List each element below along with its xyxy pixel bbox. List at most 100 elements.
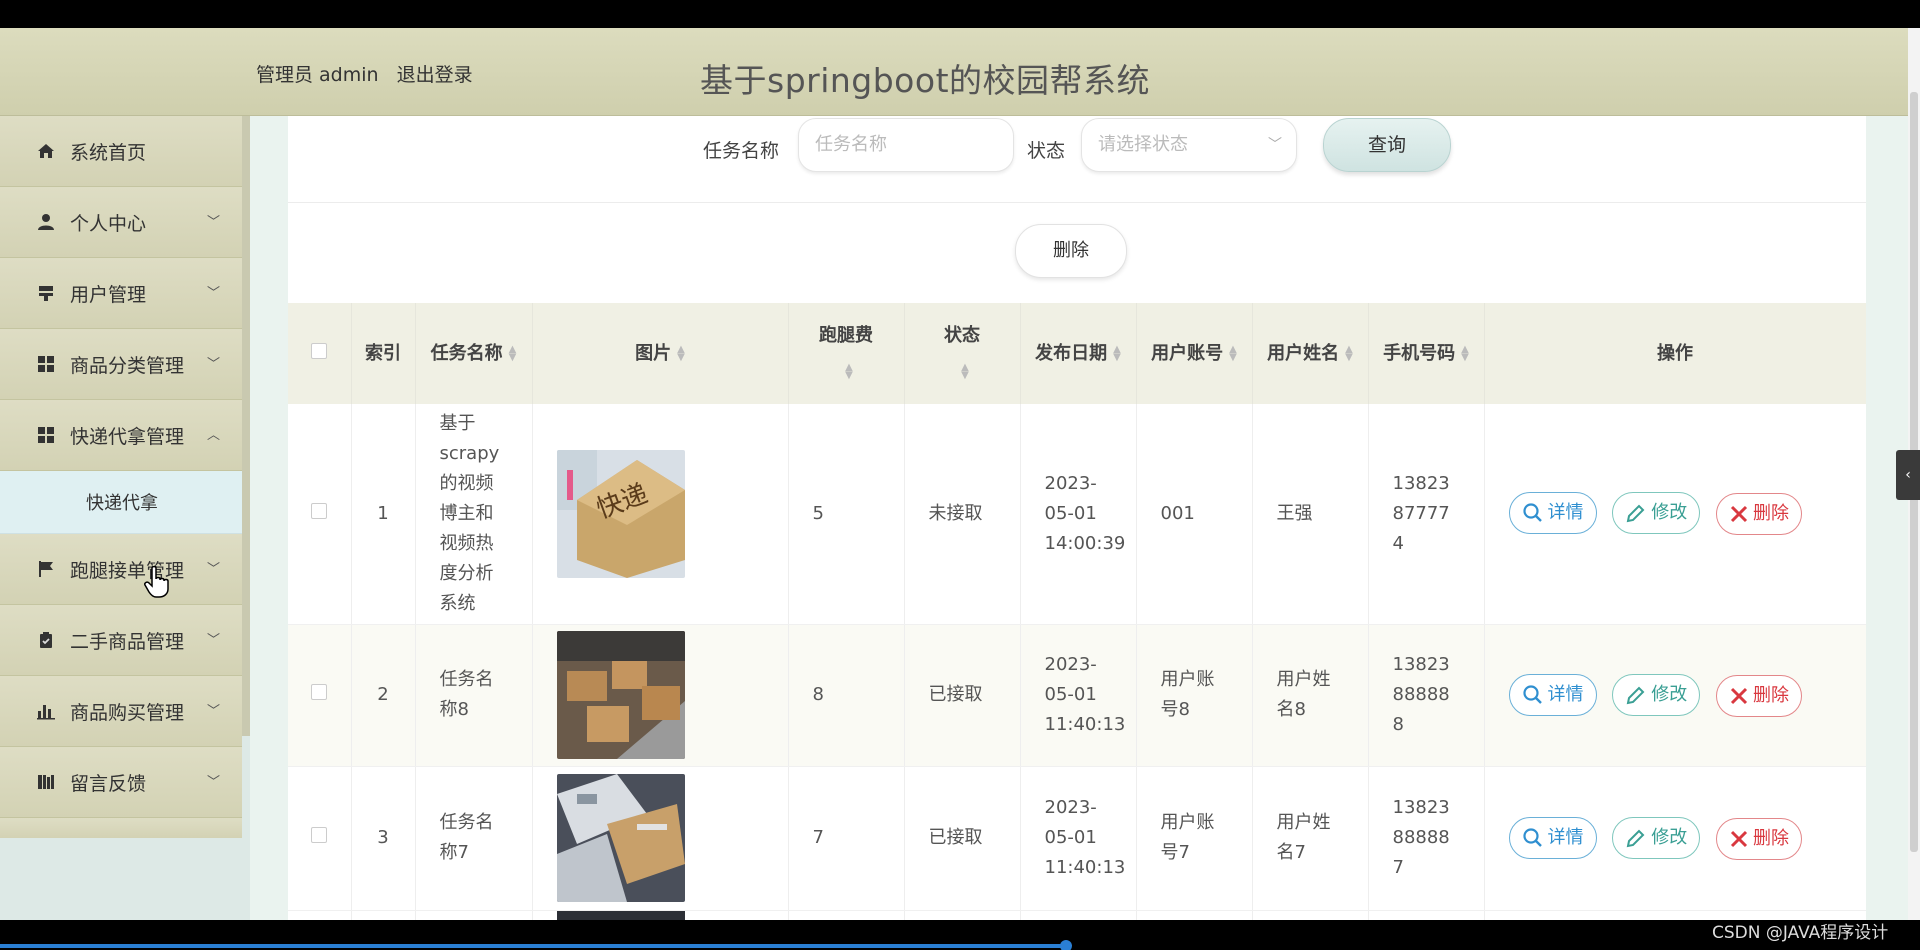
sidebar-scrollbar[interactable] xyxy=(242,116,250,736)
sort-icon[interactable]: ▲ ▼ xyxy=(845,362,853,380)
sort-icon[interactable]: ▲ ▼ xyxy=(1229,344,1237,362)
edit-button[interactable]: 修改 xyxy=(1612,816,1701,859)
cell-fee: 7 xyxy=(788,766,905,911)
pencil-icon xyxy=(1626,504,1645,523)
row-checkbox[interactable] xyxy=(311,827,328,843)
home-icon xyxy=(36,141,56,161)
header-publish-date[interactable]: 发布日期 ▲ ▼ xyxy=(1020,303,1137,404)
sidebar-item-home[interactable]: 系统首页 xyxy=(0,116,242,187)
sidebar-filler xyxy=(0,818,242,838)
cell-fee: 8 xyxy=(788,624,905,767)
row-cell xyxy=(1252,910,1369,920)
action-bar: 删除 xyxy=(288,204,1866,303)
sidebar-item-express-manage[interactable]: 快递代拿管理 ︿ xyxy=(0,400,242,471)
cell-status: 未接取 xyxy=(904,404,1021,625)
row-checkbox[interactable] xyxy=(311,684,328,700)
cell-publish-date: 2023-05-01 14:00:39 xyxy=(1020,404,1137,625)
task-name-input[interactable]: 任务名称 xyxy=(798,118,1014,172)
edit-button[interactable]: 修改 xyxy=(1612,673,1701,716)
sidebar-item-category-manage[interactable]: 商品分类管理 ﹀ xyxy=(0,329,242,400)
sidebar-item-label: 二手商品管理 xyxy=(70,630,185,653)
detail-button[interactable]: 详情 xyxy=(1508,492,1597,535)
status-select[interactable]: 请选择状态 ﹀ xyxy=(1081,118,1297,172)
row-select-cell xyxy=(288,624,352,767)
header-status-label: 状态 xyxy=(944,324,980,346)
header-image-label: 图片 xyxy=(635,342,672,364)
watermark: CSDN @JAVA程序设计 xyxy=(1712,923,1889,943)
admin-label: 管理员 admin xyxy=(256,64,379,86)
delete-button-label: 删除 xyxy=(1752,503,1789,525)
sort-icon[interactable]: ▲ ▼ xyxy=(1345,344,1353,362)
delete-button[interactable]: 删除 xyxy=(1715,817,1802,860)
delete-button[interactable]: 删除 xyxy=(1715,674,1802,717)
search-icon xyxy=(1522,827,1542,847)
cell-image xyxy=(532,910,789,920)
edit-button-label: 修改 xyxy=(1651,826,1688,848)
header-account[interactable]: 用户账号 ▲ ▼ xyxy=(1136,303,1253,404)
sort-icon[interactable]: ▲ ▼ xyxy=(961,362,969,380)
delete-button[interactable]: 删除 xyxy=(1715,493,1802,536)
cell-index: 2 xyxy=(351,624,416,767)
chevron-left-icon[interactable]: ‹ xyxy=(1896,450,1920,500)
cell-account: 001 xyxy=(1136,404,1253,625)
sort-icon[interactable]: ▲ ▼ xyxy=(1113,344,1121,362)
sort-icon[interactable]: ▲ ▼ xyxy=(677,344,685,362)
detail-button-label: 详情 xyxy=(1547,502,1584,524)
sidebar-item-label: 系统首页 xyxy=(70,141,147,164)
chevron-down-icon: ﹀ xyxy=(206,215,220,230)
cell-publish-date: 2023-05-01 11:40:13 xyxy=(1020,624,1137,767)
header-index: 索引 xyxy=(351,303,416,404)
header-task-name[interactable]: 任务名称 ▲ ▼ xyxy=(415,303,533,404)
sort-icon[interactable]: ▲ ▼ xyxy=(1461,344,1469,362)
pencil-icon xyxy=(1626,829,1645,847)
video-progress-bar[interactable] xyxy=(0,944,1065,948)
sidebar-item-feedback[interactable]: 留言反馈 ﹀ xyxy=(0,747,242,818)
header-image[interactable]: 图片 ▲ ▼ xyxy=(532,303,789,404)
conveyor-boxes-image xyxy=(556,631,685,759)
sidebar-item-purchase-manage[interactable]: 商品购买管理 ﹀ xyxy=(0,676,242,747)
batch-delete-button[interactable]: 删除 xyxy=(1015,224,1127,278)
header-user-name[interactable]: 用户姓名 ▲ ▼ xyxy=(1252,303,1369,404)
header-task-name-label: 任务名称 xyxy=(430,342,503,364)
header-status[interactable]: 状态 ▲ ▼ xyxy=(904,303,1021,404)
parcels-image xyxy=(556,774,685,902)
video-progress-handle[interactable] xyxy=(1060,940,1072,950)
chevron-down-icon: ﹀ xyxy=(206,704,220,719)
row-checkbox[interactable] xyxy=(311,502,328,519)
select-all-checkbox[interactable] xyxy=(311,342,328,359)
logout-link[interactable]: 退出登录 xyxy=(397,64,473,86)
header-phone[interactable]: 手机号码 ▲ ▼ xyxy=(1368,303,1485,404)
cell-status: 已接取 xyxy=(904,766,1021,911)
status-label: 状态 xyxy=(1027,140,1066,162)
detail-button[interactable]: 详情 xyxy=(1508,673,1597,716)
search-icon xyxy=(1522,503,1542,523)
submenu-item-express[interactable]: 快递代拿 xyxy=(0,471,242,534)
edit-button[interactable]: 修改 xyxy=(1612,492,1701,535)
pencil-icon xyxy=(1626,686,1645,704)
table-row: 1 基于scrapy的视频博主和视频热度分析系统 快递 5 未接取 2023-0… xyxy=(288,404,1866,625)
cell-account: 用户账号8 xyxy=(1136,624,1253,767)
sidebar-item-errand-manage[interactable]: 跑腿接单管理 ﹀ xyxy=(0,534,242,605)
chevron-down-icon: ﹀ xyxy=(1268,137,1282,153)
sidebar-item-user-manage[interactable]: 用户管理 ﹀ xyxy=(0,258,242,329)
header-fee[interactable]: 跑腿费 ▲ ▼ xyxy=(788,303,905,404)
cell-image xyxy=(532,766,789,911)
sort-icon[interactable]: ▲ ▼ xyxy=(509,344,517,362)
cell-user-name: 用户姓名7 xyxy=(1252,766,1369,911)
sidebar-item-secondhand-manage[interactable]: 二手商品管理 ﹀ xyxy=(0,605,242,676)
sidebar-item-personal-center[interactable]: 个人中心 ﹀ xyxy=(0,187,242,258)
query-button[interactable]: 查询 xyxy=(1323,118,1451,172)
header-select-all[interactable] xyxy=(288,303,352,404)
detail-button[interactable]: 详情 xyxy=(1508,816,1597,859)
edit-button-label: 修改 xyxy=(1651,683,1688,705)
cell-operations: 详情 修改 删除 xyxy=(1484,624,1866,767)
cell-phone: 13823888888 xyxy=(1368,624,1485,767)
cell-operations: 详情 修改 删除 xyxy=(1484,404,1866,625)
cell-operations: 详情 修改 删除 xyxy=(1484,766,1866,911)
cell-image: 快递 xyxy=(532,404,789,625)
header-user-name-label: 用户姓名 xyxy=(1267,342,1340,364)
cell-task-name: 任务名称8 xyxy=(415,624,533,767)
close-icon xyxy=(1730,830,1748,847)
row-cell xyxy=(904,910,1021,920)
search-icon xyxy=(1522,684,1542,704)
